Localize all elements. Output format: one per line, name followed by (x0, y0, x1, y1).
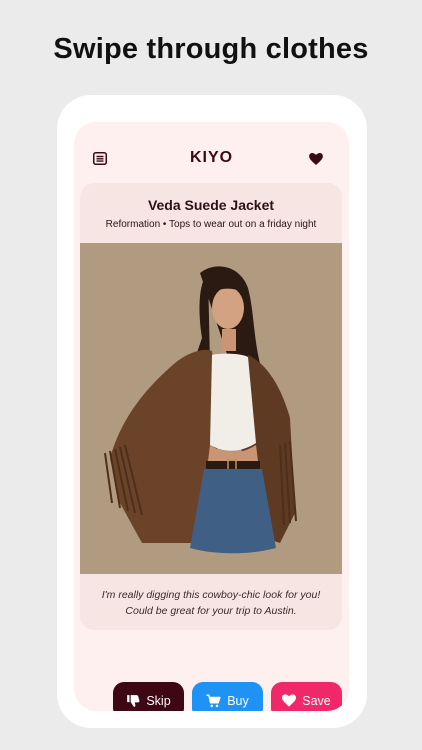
buy-label: Buy (227, 693, 249, 708)
stylist-caption: I'm really digging this cowboy-chic look… (101, 589, 321, 617)
product-subtitle: Reformation • Tops to wear out on a frid… (105, 219, 317, 230)
heart-icon (282, 694, 297, 707)
top-bar: KIYO (74, 122, 349, 184)
product-name: Veda Suede Jacket (147, 197, 275, 213)
product-card[interactable]: Veda Suede Jacket Reformation • Tops to … (80, 183, 342, 630)
headline: Swipe through clothes (53, 33, 369, 65)
product-photo (80, 243, 342, 574)
save-label: Save (302, 693, 331, 708)
thumbs-down-icon (127, 694, 140, 707)
app-logo: KIYO (189, 149, 234, 166)
heart-icon[interactable] (309, 153, 323, 165)
buy-button[interactable]: Buy (192, 682, 263, 711)
skip-label: Skip (146, 693, 171, 708)
save-button[interactable]: Save (271, 682, 342, 711)
phone-frame: KIYO Veda Suede Jacket Reformation • Top… (57, 95, 367, 728)
cart-icon (206, 693, 221, 707)
app-screen: KIYO Veda Suede Jacket Reformation • Top… (74, 122, 349, 711)
skip-button[interactable]: Skip (113, 682, 184, 711)
